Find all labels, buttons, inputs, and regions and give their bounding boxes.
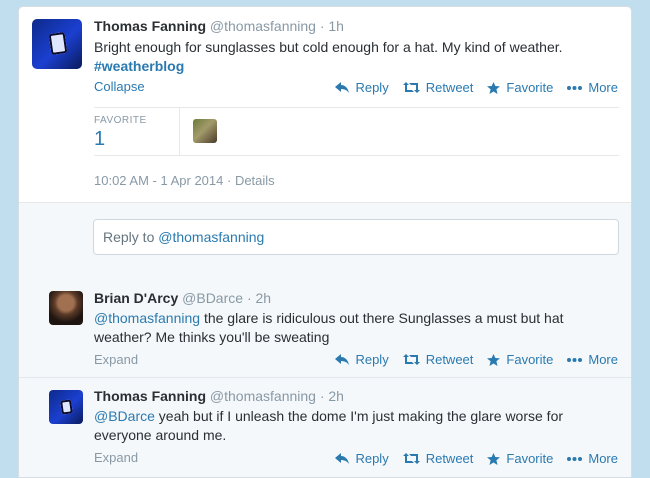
- conversation-reply[interactable]: Thomas Fanning @thomasfanning · 2h @BDar…: [19, 378, 631, 477]
- collapse-link[interactable]: Collapse: [94, 79, 145, 94]
- reply-label: Reply: [355, 451, 389, 466]
- reply-author[interactable]: Brian D'Arcy @BDarce · 2h: [94, 290, 271, 306]
- hashtag-link[interactable]: #weatherblog: [94, 58, 184, 74]
- divider: [94, 155, 619, 156]
- retweet-icon: [402, 453, 420, 464]
- mention-link[interactable]: @thomasfanning: [94, 310, 200, 326]
- reply-prefix: Reply to: [103, 229, 159, 245]
- reply-button[interactable]: Reply: [335, 80, 389, 95]
- favorite-button[interactable]: Favorite: [487, 80, 553, 95]
- reply-button[interactable]: Reply: [335, 451, 389, 466]
- reply-author-handle[interactable]: @thomasfanning: [210, 388, 316, 404]
- reply-icon: [335, 82, 350, 93]
- reply-body-line2: everyone around me.: [94, 427, 227, 443]
- favorite-count[interactable]: 1: [94, 128, 105, 151]
- reply-time[interactable]: · 2h: [320, 388, 344, 404]
- details-link[interactable]: · Details: [227, 173, 275, 188]
- expand-link[interactable]: Expand: [94, 450, 138, 465]
- more-button[interactable]: More: [567, 451, 618, 466]
- reply-author-avatar[interactable]: [49, 291, 83, 325]
- retweet-button[interactable]: Retweet: [402, 80, 474, 95]
- author-handle[interactable]: @thomasfanning: [210, 18, 316, 34]
- reply-actions: Reply Retweet Favorite More: [321, 451, 618, 466]
- more-label: More: [588, 451, 618, 466]
- tweet-author[interactable]: Thomas Fanning @thomasfanning · 1h: [94, 18, 344, 34]
- author-avatar[interactable]: [32, 19, 82, 69]
- more-dots-icon: [567, 85, 583, 90]
- more-button[interactable]: More: [567, 352, 618, 367]
- favorite-label: Favorite: [506, 352, 554, 367]
- conversation-reply[interactable]: Brian D'Arcy @BDarce · 2h @thomasfanning…: [19, 280, 631, 377]
- tweet-actions: Reply Retweet Favorite More: [321, 80, 618, 95]
- reply-author[interactable]: Thomas Fanning @thomasfanning · 2h: [94, 388, 344, 404]
- favorite-button[interactable]: Favorite: [487, 352, 553, 367]
- divider: [94, 107, 619, 108]
- reply-input[interactable]: Reply to @thomasfanning: [93, 219, 619, 255]
- more-dots-icon: [567, 456, 583, 461]
- reply-icon: [335, 453, 350, 464]
- more-label: More: [588, 352, 618, 367]
- tweet-text: Bright enough for sunglasses but cold en…: [94, 38, 614, 76]
- star-icon: [487, 452, 501, 465]
- reply-author-avatar[interactable]: [49, 390, 83, 424]
- favorite-label: Favorite: [506, 451, 554, 466]
- reply-body-line1: the glare is ridiculous out there Sungla…: [200, 310, 564, 326]
- tweet-time[interactable]: · 1h: [320, 18, 344, 34]
- reply-icon: [335, 354, 350, 365]
- reply-label: Reply: [355, 80, 389, 95]
- star-icon: [487, 353, 501, 366]
- mention-link[interactable]: @BDarce: [94, 408, 155, 424]
- reply-author-handle[interactable]: @BDarce: [182, 290, 243, 306]
- reply-text: @thomasfanning the glare is ridiculous o…: [94, 309, 624, 347]
- tweet-card: Thomas Fanning @thomasfanning · 1h Brigh…: [18, 6, 632, 478]
- reply-text: @BDarce yeah but if I unleash the dome I…: [94, 407, 624, 445]
- reply-actions: Reply Retweet Favorite More: [321, 352, 618, 367]
- expand-link[interactable]: Expand: [94, 352, 138, 367]
- retweet-label: Retweet: [425, 352, 474, 367]
- star-icon: [487, 81, 501, 94]
- tweet-timestamp: 10:02 AM - 1 Apr 2014 · Details: [94, 173, 275, 188]
- reply-author-name[interactable]: Brian D'Arcy: [94, 290, 178, 306]
- more-button[interactable]: More: [567, 80, 618, 95]
- retweet-button[interactable]: Retweet: [402, 451, 474, 466]
- favorite-button[interactable]: Favorite: [487, 451, 553, 466]
- more-dots-icon: [567, 357, 583, 362]
- stat-divider: [179, 107, 180, 155]
- favoriter-avatar[interactable]: [193, 119, 217, 143]
- reply-mention: @thomasfanning: [158, 229, 265, 245]
- favorite-label: Favorite: [506, 80, 554, 95]
- reply-author-name[interactable]: Thomas Fanning: [94, 388, 206, 404]
- retweet-icon: [402, 354, 420, 365]
- retweet-label: Retweet: [425, 451, 474, 466]
- reply-time[interactable]: · 2h: [247, 290, 271, 306]
- reply-body-line2: weather? Me thinks you'll be sweating: [94, 329, 330, 345]
- reply-body-line1: yeah but if I unleash the dome I'm just …: [154, 408, 564, 424]
- retweet-button[interactable]: Retweet: [402, 352, 474, 367]
- author-name[interactable]: Thomas Fanning: [94, 18, 206, 34]
- favorite-stat-label: FAVORITE: [94, 115, 147, 126]
- reply-area: Reply to @thomasfanning: [19, 202, 631, 281]
- reply-button[interactable]: Reply: [335, 352, 389, 367]
- retweet-label: Retweet: [425, 80, 474, 95]
- retweet-icon: [402, 82, 420, 93]
- timestamp-link[interactable]: 10:02 AM - 1 Apr 2014: [94, 173, 223, 188]
- reply-label: Reply: [355, 352, 389, 367]
- tweet-body: Bright enough for sunglasses but cold en…: [94, 39, 563, 55]
- more-label: More: [588, 80, 618, 95]
